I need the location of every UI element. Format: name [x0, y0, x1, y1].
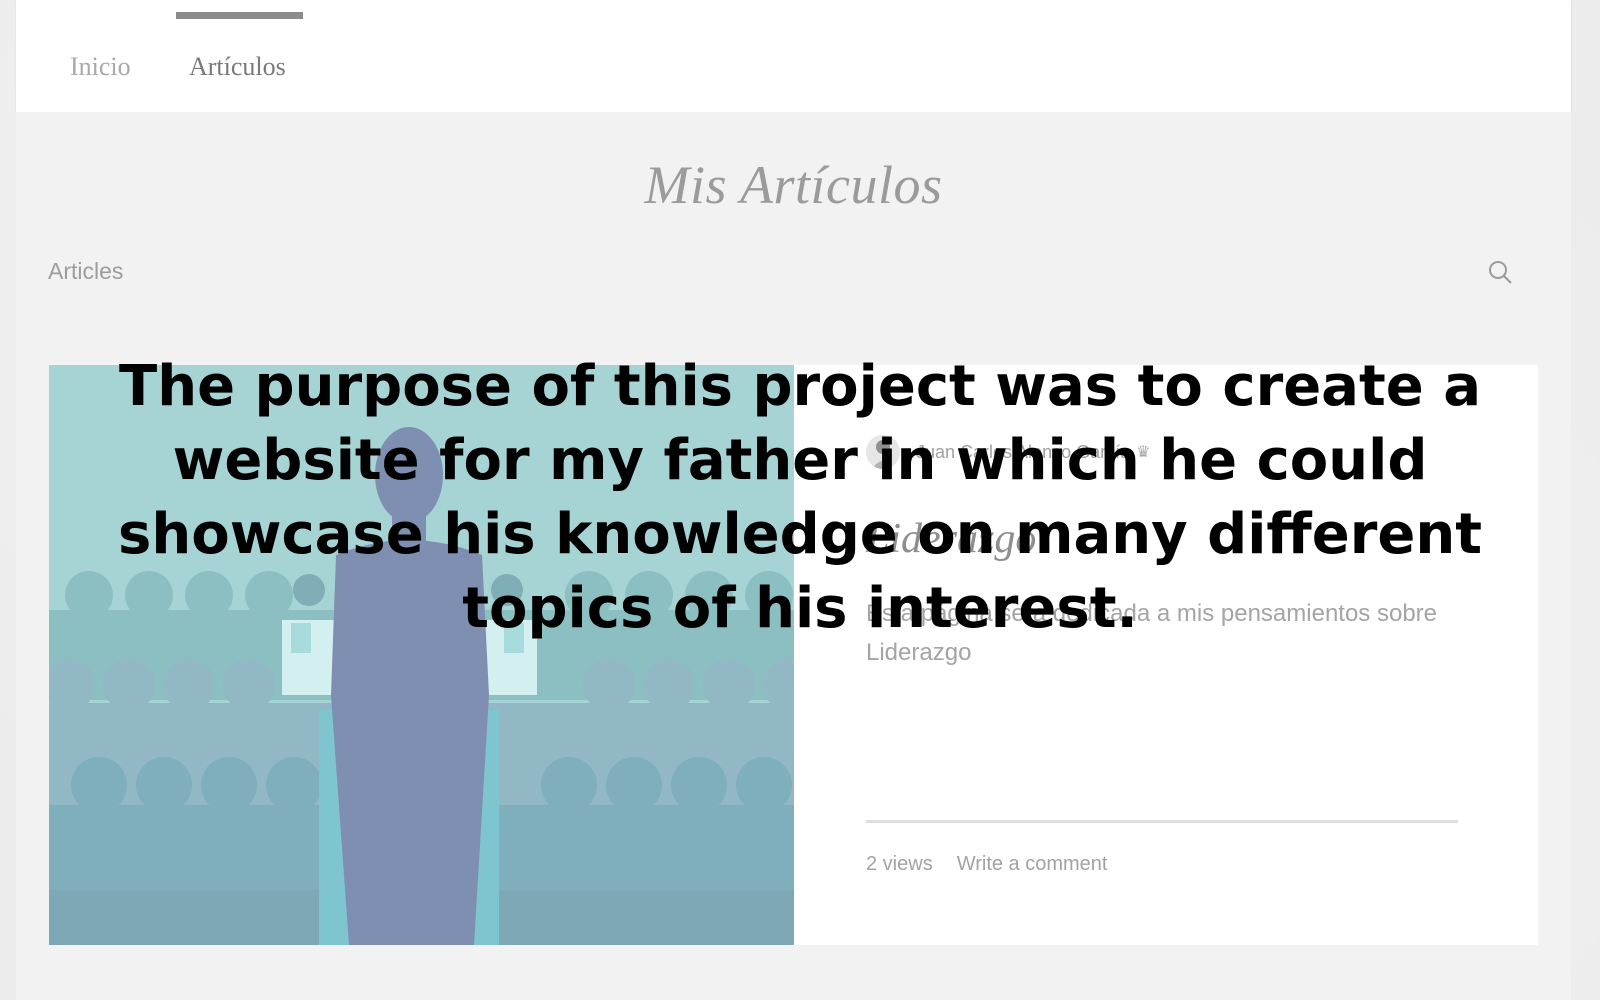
nav-item-inicio[interactable]: Inicio [70, 52, 131, 82]
search-icon [1489, 261, 1512, 284]
page-title: Mis Artículos [644, 155, 943, 215]
nav-item-articulos[interactable]: Artículos [189, 52, 286, 82]
site-header: Inicio Artículos [16, 0, 1571, 112]
views-count: 2 views [866, 853, 933, 875]
page: Inicio Artículos Mis Artículos Articles [0, 0, 1600, 1000]
post-meta: 2 views Write a comment [866, 853, 1107, 876]
card-divider [866, 820, 1458, 823]
write-comment-link[interactable]: Write a comment [957, 853, 1108, 876]
project-caption-overlay: The purpose of this project was to creat… [118, 354, 1482, 641]
blog-section-label: Articles [48, 258, 124, 284]
active-tab-indicator [176, 12, 303, 19]
search-button[interactable] [1486, 258, 1516, 288]
